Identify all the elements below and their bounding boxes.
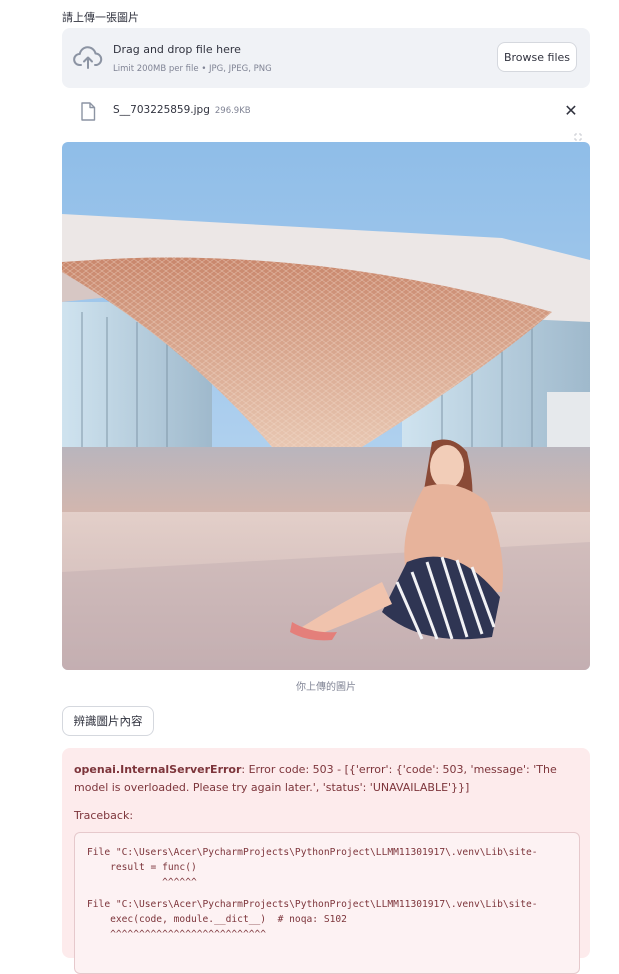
error-message: openai.InternalServerError: Error code: …: [74, 761, 574, 797]
dropzone-limit-text: Limit 200MB per file • JPG, JPEG, PNG: [113, 64, 272, 74]
uploaded-file-row: S__703225859.jpg 296.9KB ✕: [62, 98, 590, 124]
code-line: ^^^^^^: [87, 877, 197, 888]
browse-files-button[interactable]: Browse files: [497, 42, 577, 72]
uploaded-photo: [62, 142, 590, 670]
file-name: S__703225859.jpg: [113, 104, 210, 116]
traceback-code-block[interactable]: File "C:\Users\Acer\PycharmProjects\Pyth…: [74, 832, 580, 974]
error-type: openai.InternalServerError: [74, 763, 242, 776]
file-dropzone[interactable]: Drag and drop file here Limit 200MB per …: [62, 28, 590, 88]
photo-illustration: [62, 142, 590, 670]
traceback-label: Traceback:: [74, 809, 134, 822]
code-line: result = func(): [87, 862, 197, 873]
error-alert: openai.InternalServerError: Error code: …: [62, 748, 590, 974]
code-line: exec(code, module.__dict__) # noqa: S102: [87, 914, 347, 925]
code-line: ^^^^^^^^^^^^^^^^^^^^^^^^^^^: [87, 929, 267, 940]
code-line: File "C:\Users\Acer\PycharmProjects\Pyth…: [87, 847, 538, 858]
file-size: 296.9KB: [214, 106, 251, 116]
close-icon: ✕: [564, 100, 578, 120]
remove-file-button[interactable]: ✕: [562, 100, 580, 120]
image-caption: 你上傳的圖片: [296, 682, 356, 693]
dropzone-title: Drag and drop file here: [113, 43, 241, 56]
upload-label: 請上傳一張圖片: [62, 11, 139, 24]
cloud-upload-icon: [73, 46, 103, 69]
recognize-image-button[interactable]: 辨識圖片內容: [62, 706, 154, 736]
code-line: File "C:\Users\Acer\PycharmProjects\Pyth…: [87, 899, 538, 910]
file-icon: [81, 102, 96, 121]
